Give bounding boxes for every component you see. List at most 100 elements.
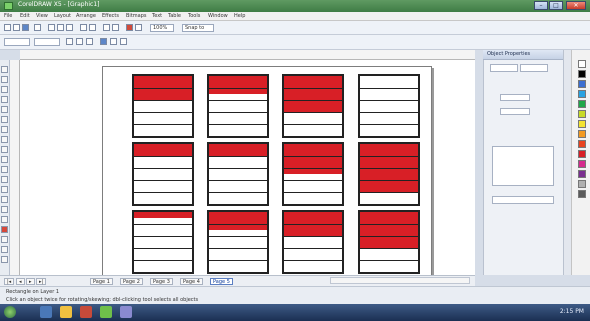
docker-header: Object Properties — [483, 50, 563, 60]
swatch-dark-gray[interactable] — [578, 190, 586, 198]
table-box[interactable] — [207, 74, 269, 138]
table-box[interactable] — [358, 142, 420, 206]
taskbar-app-icon[interactable] — [120, 306, 132, 318]
table-box[interactable] — [207, 142, 269, 206]
swatch-orange[interactable] — [578, 130, 586, 138]
row-divider — [360, 223, 418, 225]
row-divider — [209, 247, 267, 249]
swatch-purple[interactable] — [578, 170, 586, 178]
row-divider — [134, 99, 192, 101]
table-box[interactable] — [282, 74, 344, 138]
swatch-magenta[interactable] — [578, 160, 586, 168]
row-divider — [134, 123, 192, 125]
row-divider — [360, 111, 418, 113]
row-divider — [360, 191, 418, 193]
row-divider — [284, 111, 342, 113]
docker-preview-panel — [492, 146, 554, 186]
swatch-black[interactable] — [578, 70, 586, 78]
table-box[interactable] — [132, 210, 194, 274]
row-divider — [209, 87, 267, 89]
table-box[interactable] — [358, 210, 420, 274]
taskbar-media-icon[interactable] — [80, 306, 92, 318]
row-divider — [134, 191, 192, 193]
table-box[interactable] — [282, 210, 344, 274]
row-divider — [134, 235, 192, 237]
row-divider — [360, 123, 418, 125]
row-divider — [360, 179, 418, 181]
swatch-cyan[interactable] — [578, 90, 586, 98]
swatch-yellow[interactable] — [578, 120, 586, 128]
docker-field-width[interactable] — [500, 94, 530, 101]
row-divider — [360, 247, 418, 249]
page-tab-3[interactable]: Page 3 — [150, 278, 173, 285]
swatch-green[interactable] — [578, 100, 586, 108]
row-divider — [209, 259, 267, 261]
row-divider — [209, 167, 267, 169]
windows-taskbar: 2:15 PM — [0, 304, 590, 321]
table-box[interactable] — [207, 210, 269, 274]
row-divider — [360, 99, 418, 101]
row-divider — [360, 87, 418, 89]
table-box[interactable] — [358, 74, 420, 138]
filled-region — [134, 144, 192, 156]
filled-region — [284, 76, 342, 112]
row-divider — [284, 155, 342, 157]
row-divider — [209, 223, 267, 225]
filled-region — [134, 212, 192, 218]
taskbar-folder-icon[interactable] — [60, 306, 72, 318]
row-divider — [209, 179, 267, 181]
page-tab-5[interactable]: Page 5 — [210, 278, 233, 285]
docker-tabs-strip[interactable] — [563, 50, 571, 275]
row-divider — [134, 179, 192, 181]
docker-apply-button[interactable] — [492, 196, 554, 204]
row-divider — [134, 247, 192, 249]
next-page-button[interactable]: ▸ — [26, 278, 35, 285]
row-divider — [284, 191, 342, 193]
taskbar-corel-icon[interactable] — [100, 306, 112, 318]
page-tab-4[interactable]: Page 4 — [180, 278, 203, 285]
last-page-button[interactable]: ▸| — [36, 278, 47, 285]
horizontal-scrollbar[interactable] — [330, 277, 470, 284]
color-palette — [571, 50, 590, 275]
table-box[interactable] — [282, 142, 344, 206]
row-divider — [284, 87, 342, 89]
first-page-button[interactable]: |◂ — [4, 278, 15, 285]
row-divider — [209, 111, 267, 113]
taskbar-ie-icon[interactable] — [40, 306, 52, 318]
status-bar: Rectangle on Layer 1 Click an object twi… — [0, 286, 590, 304]
row-divider — [134, 87, 192, 89]
row-divider — [134, 111, 192, 113]
table-box[interactable] — [132, 74, 194, 138]
swatch-blue[interactable] — [578, 80, 586, 88]
swatch-red[interactable] — [578, 150, 586, 158]
prev-page-button[interactable]: ◂ — [16, 278, 25, 285]
filled-region — [284, 144, 342, 174]
docker-tab-outline[interactable] — [520, 64, 548, 72]
row-divider — [284, 235, 342, 237]
swatch-lime[interactable] — [578, 110, 586, 118]
row-divider — [209, 99, 267, 101]
swatch-red-orange[interactable] — [578, 140, 586, 148]
swatch-gray[interactable] — [578, 180, 586, 188]
row-divider — [284, 179, 342, 181]
row-divider — [284, 223, 342, 225]
page-tab-1[interactable]: Page 1 — [90, 278, 113, 285]
row-divider — [284, 123, 342, 125]
row-divider — [284, 247, 342, 249]
row-divider — [134, 259, 192, 261]
row-divider — [284, 99, 342, 101]
table-box[interactable] — [132, 142, 194, 206]
status-hint: Click an object twice for rotating/skewi… — [6, 297, 199, 303]
row-divider — [284, 167, 342, 169]
docker-field-height[interactable] — [500, 108, 530, 115]
page-tab-2[interactable]: Page 2 — [120, 278, 143, 285]
row-divider — [134, 167, 192, 169]
status-left: Rectangle on Layer 1 — [6, 289, 60, 295]
filled-region — [360, 212, 418, 248]
swatch-white[interactable] — [578, 60, 586, 68]
start-button-icon[interactable] — [4, 306, 16, 318]
clock: 2:15 PM — [559, 308, 584, 315]
filled-region — [209, 144, 267, 156]
docker-tab-fill[interactable] — [490, 64, 518, 72]
filled-region — [209, 212, 267, 230]
